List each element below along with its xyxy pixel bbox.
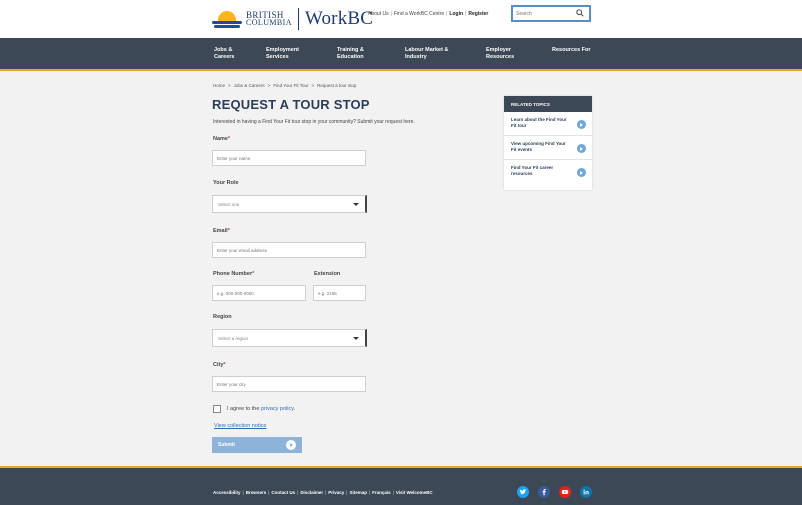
about-us-link[interactable]: About Us <box>368 11 389 17</box>
breadcrumb-home[interactable]: Home <box>213 83 225 88</box>
email-field <box>212 242 366 258</box>
footer-link-sitemap[interactable]: Sitemap <box>349 490 367 495</box>
related-topics-header: RELATED TOPICS <box>504 96 592 112</box>
chevron-down-icon <box>353 337 359 340</box>
login-link[interactable]: Login <box>449 11 463 17</box>
city-field <box>212 376 366 392</box>
footer-link-privacy[interactable]: Privacy <box>328 490 344 495</box>
brand-name: WorkBC <box>304 8 374 29</box>
privacy-policy-link[interactable]: privacy policy <box>261 406 294 412</box>
workbc-logo[interactable]: BRITISH COLUMBIA WorkBC <box>212 5 373 33</box>
bc-sun-icon <box>212 9 242 29</box>
footer-link-browsers[interactable]: Browsers <box>246 490 267 495</box>
logo-divider <box>297 8 299 30</box>
main-nav: Jobs & Careers Employment Services Trainin… <box>0 38 802 71</box>
submit-label: Submit <box>218 442 235 448</box>
region-label: Region <box>213 314 232 320</box>
footer-link-contact[interactable]: Contact Us <box>271 490 295 495</box>
youtube-icon[interactable] <box>559 486 571 498</box>
collection-notice-link[interactable]: View collection notice <box>214 423 266 429</box>
search-input[interactable] <box>516 10 574 18</box>
role-select[interactable]: Select one <box>212 195 367 213</box>
phone-input[interactable] <box>217 290 299 297</box>
privacy-checkbox[interactable] <box>213 405 221 413</box>
page-title: REQUEST A TOUR STOP <box>212 97 370 112</box>
city-label: City* <box>213 362 226 368</box>
top-header: BRITISH COLUMBIA WorkBC About Us | Find a … <box>0 0 802 38</box>
linkedin-icon[interactable] <box>580 486 592 498</box>
city-input[interactable] <box>217 381 359 388</box>
nav-employer-resources[interactable]: Employer Resources <box>486 47 514 61</box>
related-topics-title: RELATED TOPICS <box>511 102 550 107</box>
intro-text: Interested in having a Find Your Fit tou… <box>213 119 415 125</box>
facebook-icon[interactable] <box>538 486 550 498</box>
related-topics-panel: RELATED TOPICS Learn about the Find Your… <box>504 96 592 190</box>
search-icon[interactable] <box>576 9 584 17</box>
email-label: Email* <box>213 228 230 234</box>
extension-label: Extension <box>314 271 341 277</box>
footer-link-disclaimer[interactable]: Disclaimer <box>300 490 323 495</box>
footer-link-welcomebc[interactable]: Visit WelcomeBC <box>396 490 433 495</box>
arrow-right-icon <box>286 440 296 450</box>
bc-wordmark: BRITISH COLUMBIA <box>246 11 292 27</box>
breadcrumb: Home > Jobs & Careers > Find Your Fit Tour > R… <box>213 83 357 88</box>
related-item-learn-tour[interactable]: Learn about the Find Your Fit tour <box>504 112 592 136</box>
name-field <box>212 150 366 166</box>
related-item-upcoming-events[interactable]: View upcoming Find Your Fit events <box>504 136 592 160</box>
extension-field <box>313 285 366 301</box>
footer-links: Accessibility | Browsers | Contact Us | Discla… <box>213 490 433 495</box>
breadcrumb-tour[interactable]: Find Your Fit Tour <box>273 83 308 88</box>
related-item-career-resources[interactable]: Find Your Fit career resources <box>504 160 592 184</box>
extension-input[interactable] <box>318 290 359 297</box>
email-input[interactable] <box>217 247 359 254</box>
register-link[interactable]: Register <box>468 11 488 17</box>
footer-link-francais[interactable]: Français <box>372 490 391 495</box>
chevron-down-icon <box>353 203 359 206</box>
breadcrumb-jobs[interactable]: Jobs & Careers <box>234 83 265 88</box>
footer: Accessibility | Browsers | Contact Us | Discla… <box>0 466 802 505</box>
phone-label: Phone Number* <box>213 271 255 277</box>
privacy-agree-text: I agree to the privacy policy. <box>227 406 296 412</box>
nav-resources-for[interactable]: Resources For <box>552 47 591 54</box>
region-select-value: Select a region <box>218 336 249 341</box>
nav-training-education[interactable]: Training & Education <box>337 47 364 61</box>
search-box <box>511 5 591 22</box>
arrow-right-icon <box>577 120 586 129</box>
find-centre-link[interactable]: Find a WorkBC Centre <box>394 11 444 17</box>
nav-employment-services[interactable]: Employment Services <box>266 47 299 61</box>
footer-link-accessibility[interactable]: Accessibility <box>213 490 241 495</box>
role-label: Your Role <box>213 180 239 186</box>
name-label: Name* <box>213 136 231 142</box>
arrow-right-icon <box>577 168 586 177</box>
twitter-icon[interactable] <box>517 486 529 498</box>
utility-links: About Us | Find a WorkBC Centre | Login | Regi… <box>368 11 489 17</box>
nav-jobs-careers[interactable]: Jobs & Careers <box>214 47 235 61</box>
logo-line2: COLUMBIA <box>246 18 292 27</box>
arrow-right-icon <box>577 144 586 153</box>
submit-button[interactable]: Submit <box>212 437 302 453</box>
breadcrumb-current: Request a tour stop <box>317 83 357 88</box>
name-input[interactable] <box>217 155 359 162</box>
role-select-value: Select one <box>218 202 240 207</box>
phone-field <box>212 285 306 301</box>
nav-labour-market[interactable]: Labour Market & Industry <box>405 47 448 61</box>
region-select[interactable]: Select a region <box>212 329 367 347</box>
